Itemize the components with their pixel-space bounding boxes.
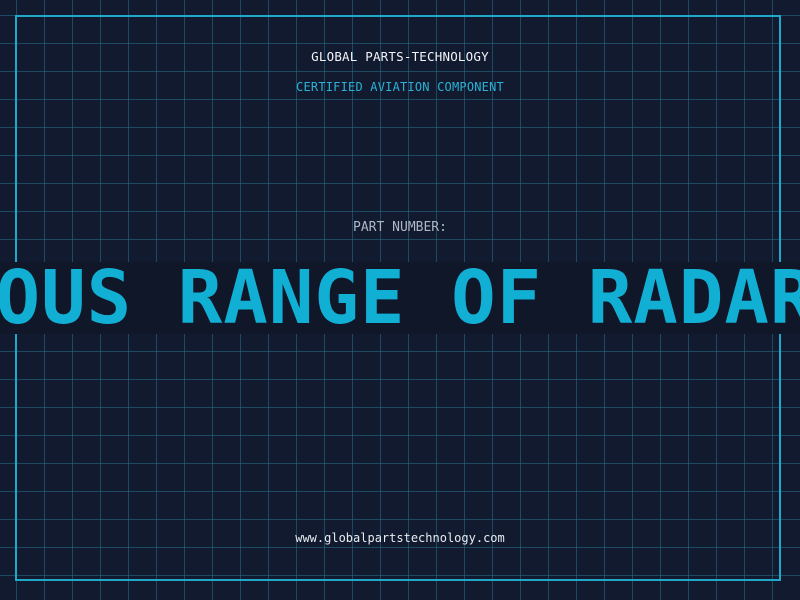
certification-subtitle: CERTIFIED AVIATION COMPONENT (296, 80, 504, 94)
website-url[interactable]: www.globalpartstechnology.com (0, 531, 800, 545)
part-number-band: JOUS RANGE OF RADAR (0, 262, 800, 334)
part-number-value: JOUS RANGE OF RADAR (0, 262, 800, 334)
part-number-label: PART NUMBER: (353, 220, 447, 235)
certificate-card: GLOBAL PARTS-TECHNOLOGY CERTIFIED AVIATI… (0, 0, 800, 600)
company-name: GLOBAL PARTS-TECHNOLOGY (311, 49, 489, 64)
